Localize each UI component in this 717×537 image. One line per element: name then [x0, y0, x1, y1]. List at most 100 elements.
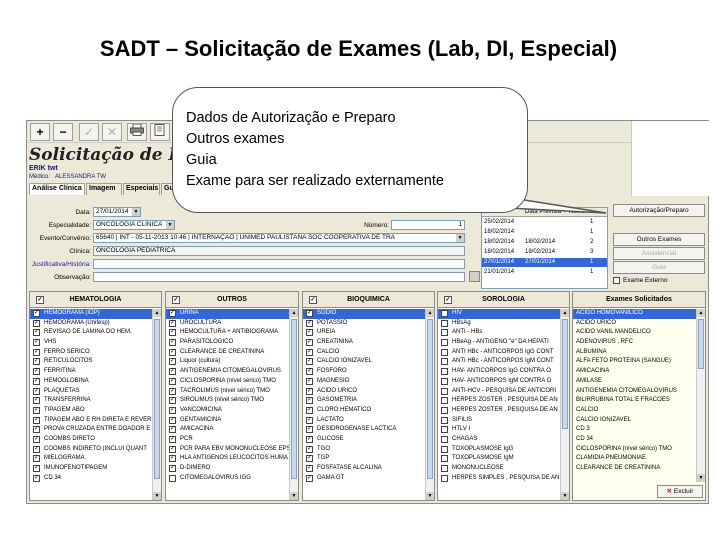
exam-checkbox[interactable] [441, 435, 448, 443]
exam-checkbox[interactable]: ✓ [306, 397, 313, 405]
list-item[interactable]: HERPES ZOSTER , PESQUISA DE AN [438, 406, 560, 416]
list-item[interactable]: ANTI HBc - ANTICORPOS IgM CONT [438, 357, 560, 367]
list-item[interactable]: ✓ AMICACINA [166, 425, 289, 435]
list-item[interactable]: CICLOSPORINA (nível sérico) TMO [573, 445, 696, 455]
scroll-up-icon[interactable]: ▲ [153, 309, 161, 317]
exam-checkbox[interactable]: ✓ [33, 348, 40, 356]
exam-checkbox[interactable]: ✓ [33, 426, 40, 434]
list-item[interactable]: ✓ PCR [166, 435, 289, 445]
list-item[interactable]: ✓ REVISAO DE LAMINA DO HEM. [30, 328, 152, 338]
chevron-down-icon[interactable]: ▼ [132, 208, 140, 216]
scroll-thumb[interactable] [562, 319, 568, 429]
scrollbar[interactable]: ▲ ▼ [696, 309, 705, 482]
exam-checkbox[interactable]: ✓ [169, 406, 176, 414]
exam-checkbox[interactable]: ✓ [169, 397, 176, 405]
exam-checkbox[interactable] [169, 474, 176, 482]
select-all-checkbox[interactable]: ✓ [309, 296, 317, 304]
list-item[interactable]: ANTI HBc - ANTICORPOS IgG CONT [438, 348, 560, 358]
guia-button[interactable]: Guia [613, 261, 705, 274]
exam-checkbox[interactable]: ✓ [169, 329, 176, 337]
table-row[interactable]: 18/02/2014 1 [482, 228, 607, 237]
table-row-selected[interactable]: 27/01/2014 27/01/2014 1 [482, 258, 607, 267]
exam-checkbox[interactable]: ✓ [306, 426, 313, 434]
list-item[interactable]: ✓ GASOMETRIA [303, 396, 425, 406]
scroll-up-icon[interactable]: ▲ [561, 309, 569, 317]
scroll-thumb[interactable] [291, 319, 297, 479]
evento-select[interactable]: 65640 | INT - 05-11-2013 10:46 | INTERNA… [93, 233, 465, 243]
list-item[interactable]: ✓ PARASITOLOGICO [166, 338, 289, 348]
list-item[interactable]: ✓ LACTATO [303, 416, 425, 426]
list-item[interactable]: ✓ PLAQUETAS [30, 387, 152, 397]
exam-checkbox[interactable] [441, 455, 448, 463]
list-item[interactable]: ✓ ACIDO URICO [303, 387, 425, 397]
exam-checkbox[interactable] [441, 465, 448, 472]
exam-checkbox[interactable]: ✓ [169, 465, 176, 472]
list-item[interactable]: CD 34 [573, 435, 696, 445]
exam-checkbox[interactable]: ✓ [169, 348, 176, 356]
list-item[interactable]: ✓ CALCIO [303, 348, 425, 358]
exam-checkbox[interactable] [441, 319, 448, 327]
exam-checkbox[interactable]: ✓ [169, 310, 176, 317]
list-item[interactable]: ✓ TGP [303, 454, 425, 464]
list-item[interactable]: ✓ HEMOGLOBINA [30, 377, 152, 387]
chevron-down-icon[interactable]: ▼ [456, 234, 464, 242]
print-icon[interactable] [127, 123, 147, 141]
exam-checkbox[interactable]: ✓ [306, 474, 313, 482]
list-item[interactable]: ✓ SODIO [303, 309, 425, 319]
list-item[interactable]: CHAGAS [438, 435, 560, 445]
exam-checkbox[interactable]: ✓ [306, 377, 313, 385]
scroll-thumb[interactable] [698, 319, 704, 369]
exam-checkbox[interactable] [441, 310, 448, 317]
list-item[interactable]: CLAMIDIA PNEUMONIAE [573, 454, 696, 464]
exam-checkbox[interactable]: ✓ [33, 329, 40, 337]
exam-checkbox[interactable]: ✓ [33, 319, 40, 327]
list-item[interactable]: ✓ GENTAMICINA [166, 416, 289, 426]
justificativa-field[interactable] [93, 259, 465, 269]
list-item[interactable]: ✓ GAMA GT [303, 474, 425, 484]
exame-externo-checkbox[interactable] [613, 277, 620, 284]
exam-checkbox[interactable]: ✓ [306, 368, 313, 376]
exam-checkbox[interactable]: ✓ [169, 435, 176, 443]
tab-especiais[interactable]: Especiais [123, 183, 160, 195]
list-item[interactable]: ✓ CREATININA [303, 338, 425, 348]
list-item[interactable]: ✓ FOSFORO [303, 367, 425, 377]
list-item[interactable]: HIV [438, 309, 560, 319]
list-item[interactable]: MONONUCLEOSE [438, 464, 560, 474]
list-item[interactable]: CLEARANCE DE CREATININA [573, 464, 696, 474]
exam-checkbox[interactable]: ✓ [306, 387, 313, 395]
list-item[interactable]: ADENOVIRUS , RFC [573, 338, 696, 348]
exam-checkbox[interactable]: ✓ [169, 416, 176, 424]
grid-icon[interactable] [469, 271, 480, 282]
exam-checkbox[interactable]: ✓ [169, 387, 176, 395]
table-row[interactable]: 25/02/2014 1 [482, 218, 607, 227]
exam-checkbox[interactable]: ✓ [33, 474, 40, 482]
list-item[interactable]: HERPES SIMPLES , PESQUISA DE AN [438, 474, 560, 484]
list-item[interactable]: AMICACINA [573, 367, 696, 377]
exam-checkbox[interactable] [441, 397, 448, 405]
scrollbar[interactable]: ▲ ▼ [289, 309, 298, 500]
list-item[interactable]: ✓ TACROLIMUS (nível sérico) TMO [166, 387, 289, 397]
exam-checkbox[interactable] [441, 358, 448, 366]
exam-checkbox[interactable]: ✓ [169, 426, 176, 434]
list-item[interactable]: CD 3 [573, 425, 696, 435]
exam-checkbox[interactable]: ✓ [33, 416, 40, 424]
exam-checkbox[interactable]: ✓ [169, 339, 176, 347]
scroll-up-icon[interactable]: ▲ [697, 309, 705, 317]
list-item[interactable]: ANTI - HBs [438, 328, 560, 338]
scroll-down-icon[interactable]: ▼ [290, 492, 298, 500]
table-row[interactable]: 21/01/2014 1 [482, 268, 607, 277]
exam-checkbox[interactable] [441, 339, 448, 347]
list-item[interactable]: ✓ RETICULOCITOS [30, 357, 152, 367]
list-item[interactable]: ALFA FETO PROTEINA (SANGUE) [573, 357, 696, 367]
list-item[interactable]: HERPES ZOSTER , PESQUISA DE AN [438, 396, 560, 406]
data-field[interactable]: 27/01/2014 ▼ [93, 207, 141, 217]
list-item[interactable]: ✓ CD 34 [30, 474, 152, 484]
exam-checkbox[interactable] [441, 387, 448, 395]
list-item[interactable]: TOXOPLASMOSE IgG [438, 445, 560, 455]
list-item[interactable]: ✓ CALCIO IONIZAVEL [303, 357, 425, 367]
schedule-table[interactable]: Data Prevista Número 25/02/2014 1 18/02/… [481, 207, 608, 289]
observacao-field[interactable] [93, 272, 465, 282]
exam-checkbox[interactable] [441, 329, 448, 337]
outros-exames-button[interactable]: Outros Exames [613, 233, 705, 246]
excluir-button[interactable]: ✕ Excluir [657, 485, 703, 498]
